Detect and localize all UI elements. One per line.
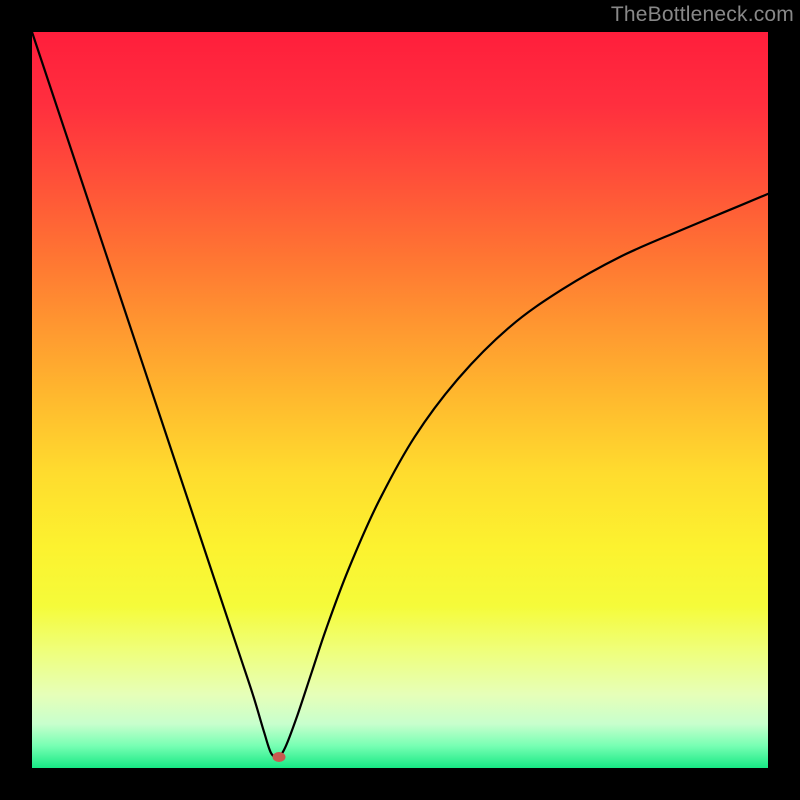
- optimal-point-marker: [272, 752, 285, 762]
- plot-area: [32, 32, 768, 768]
- bottleneck-curve: [32, 32, 768, 768]
- chart-container: TheBottleneck.com: [0, 0, 800, 800]
- watermark-text: TheBottleneck.com: [611, 3, 794, 27]
